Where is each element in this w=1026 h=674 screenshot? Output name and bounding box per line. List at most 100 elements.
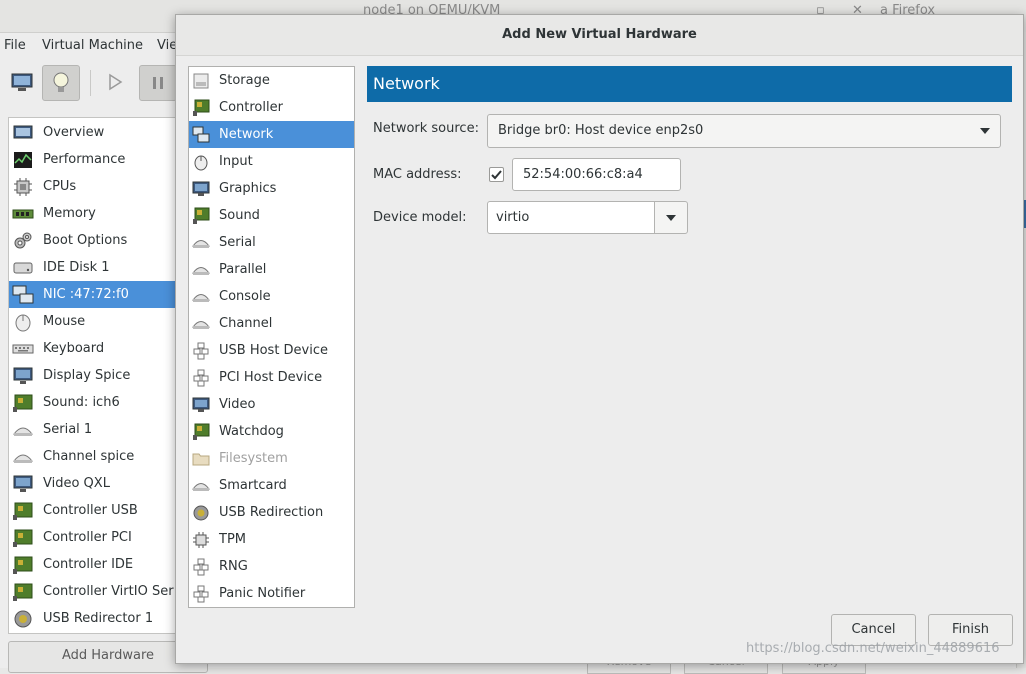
controller-icon: [12, 555, 34, 575]
hardware-type-input[interactable]: Input: [189, 148, 354, 175]
hardware-type-label: Console: [219, 289, 271, 304]
hardware-type-label: Storage: [219, 73, 270, 88]
sidebar-item-mouse[interactable]: Mouse: [9, 308, 177, 335]
sidebar-item-controller-ide[interactable]: Controller IDE: [9, 551, 177, 578]
sidebar-item-controller-usb[interactable]: Controller USB: [9, 497, 177, 524]
hardware-type-parallel[interactable]: Parallel: [189, 256, 354, 283]
sidebar-item-memory[interactable]: Memory: [9, 200, 177, 227]
console-button[interactable]: [4, 65, 40, 99]
details-button[interactable]: [42, 65, 80, 101]
network-source-combo[interactable]: Bridge br0: Host device enp2s0: [487, 114, 1001, 148]
device-model-label: Device model:: [373, 210, 467, 225]
sidebar-item-channel-spice[interactable]: Channel spice: [9, 443, 177, 470]
hardware-type-storage[interactable]: Storage: [189, 67, 354, 94]
device-model-entry[interactable]: virtio: [487, 201, 655, 234]
sound-icon: [192, 207, 210, 225]
sidebar-item-display-spice[interactable]: Display Spice: [9, 362, 177, 389]
sidebar-item-performance[interactable]: Performance: [9, 146, 177, 173]
hardware-type-panic-notifier[interactable]: Panic Notifier: [189, 580, 354, 607]
sidebar-item-label: Display Spice: [43, 368, 131, 383]
sidebar-item-boot-options[interactable]: Boot Options: [9, 227, 177, 254]
hardware-type-label: TPM: [219, 532, 246, 547]
sidebar-item-sound[interactable]: Sound: ich6: [9, 389, 177, 416]
pci-host-device-icon: [192, 369, 210, 387]
hardware-type-graphics[interactable]: Graphics: [189, 175, 354, 202]
run-button[interactable]: [97, 65, 133, 99]
hardware-type-network[interactable]: Network: [189, 121, 354, 148]
hardware-type-rng[interactable]: RNG: [189, 553, 354, 580]
sidebar-item-video-qxl[interactable]: Video QXL: [9, 470, 177, 497]
hardware-type-label: Input: [219, 154, 253, 169]
hardware-type-sound[interactable]: Sound: [189, 202, 354, 229]
hardware-type-pci-host-device[interactable]: PCI Host Device: [189, 364, 354, 391]
hardware-type-label: Panic Notifier: [219, 586, 306, 601]
hardware-type-serial[interactable]: Serial: [189, 229, 354, 256]
device-model-value: virtio: [496, 210, 530, 225]
hardware-type-smartcard[interactable]: Smartcard: [189, 472, 354, 499]
hardware-type-label: USB Host Device: [219, 343, 329, 358]
sidebar-item-serial-1[interactable]: Serial 1: [9, 416, 177, 443]
sidebar-item-label: Controller PCI: [43, 530, 132, 545]
play-icon: [109, 73, 123, 91]
mac-address-field[interactable]: [512, 158, 681, 191]
usb-redirector-icon: [12, 609, 34, 629]
cpu-icon: [12, 177, 34, 197]
hardware-type-label: Smartcard: [219, 478, 287, 493]
chevron-down-icon: [980, 128, 990, 134]
menu-virtual-machine[interactable]: Virtual Machine: [42, 38, 143, 53]
device-model-dropdown-button[interactable]: [654, 201, 688, 234]
hardware-type-label: Watchdog: [219, 424, 284, 439]
pause-button[interactable]: [139, 65, 177, 101]
hardware-type-usb-redirection[interactable]: USB Redirection: [189, 499, 354, 526]
nic-icon: [12, 285, 34, 305]
hardware-type-usb-host-device[interactable]: USB Host Device: [189, 337, 354, 364]
network-icon: [192, 126, 210, 144]
sidebar-item-label: Controller USB: [43, 503, 138, 518]
sidebar-item-label: Performance: [43, 152, 126, 167]
sidebar-item-nic[interactable]: NIC :47:72:f0: [9, 281, 177, 308]
section-title: Network: [367, 66, 1012, 102]
sidebar-item-label: Controller VirtIO Ser: [43, 584, 174, 599]
panic-notifier-icon: [192, 585, 210, 603]
smartcard-icon: [192, 477, 210, 495]
sidebar-item-label: NIC :47:72:f0: [43, 287, 129, 302]
sidebar-item-label: Sound: ich6: [43, 395, 120, 410]
sidebar-item-keyboard[interactable]: Keyboard: [9, 335, 177, 362]
hardware-type-watchdog[interactable]: Watchdog: [189, 418, 354, 445]
sidebar-item-cpus[interactable]: CPUs: [9, 173, 177, 200]
sidebar-item-label: Boot Options: [43, 233, 128, 248]
mac-address-label: MAC address:: [373, 167, 462, 182]
hardware-type-tpm[interactable]: TPM: [189, 526, 354, 553]
storage-icon: [192, 72, 210, 90]
sidebar-item-controller-virtio-serial[interactable]: Controller VirtIO Ser: [9, 578, 177, 605]
hardware-type-label: Serial: [219, 235, 256, 250]
hardware-sidebar: Overview Performance CPUs Memory Boot Op…: [8, 117, 177, 634]
watchdog-icon: [192, 423, 210, 441]
hardware-type-console[interactable]: Console: [189, 283, 354, 310]
hardware-type-label: Sound: [219, 208, 260, 223]
hardware-type-controller[interactable]: Controller: [189, 94, 354, 121]
usb-redirection-icon: [192, 504, 210, 522]
sidebar-item-label: Serial 1: [43, 422, 93, 437]
menu-file[interactable]: File: [4, 38, 26, 53]
graphics-icon: [192, 180, 210, 198]
sidebar-item-ide-disk-1[interactable]: IDE Disk 1: [9, 254, 177, 281]
hardware-type-label: Controller: [219, 100, 283, 115]
controller-icon: [12, 528, 34, 548]
hardware-type-channel[interactable]: Channel: [189, 310, 354, 337]
sidebar-item-label: Video QXL: [43, 476, 110, 491]
filesystem-icon: [192, 450, 210, 468]
mac-address-checkbox[interactable]: [489, 167, 504, 182]
sidebar-item-overview[interactable]: Overview: [9, 119, 177, 146]
dialog-title: Add New Virtual Hardware: [502, 27, 697, 42]
sidebar-item-controller-pci[interactable]: Controller PCI: [9, 524, 177, 551]
sidebar-item-label: IDE Disk 1: [43, 260, 110, 275]
hardware-type-filesystem[interactable]: Filesystem: [189, 445, 354, 472]
pause-icon: [153, 77, 163, 89]
sidebar-item-usb-redirector-1[interactable]: USB Redirector 1: [9, 605, 177, 632]
hardware-type-video[interactable]: Video: [189, 391, 354, 418]
sidebar-item-label: CPUs: [43, 179, 77, 194]
usb-host-device-icon: [192, 342, 210, 360]
hardware-type-label: Video: [219, 397, 256, 412]
serial-icon: [12, 420, 34, 440]
